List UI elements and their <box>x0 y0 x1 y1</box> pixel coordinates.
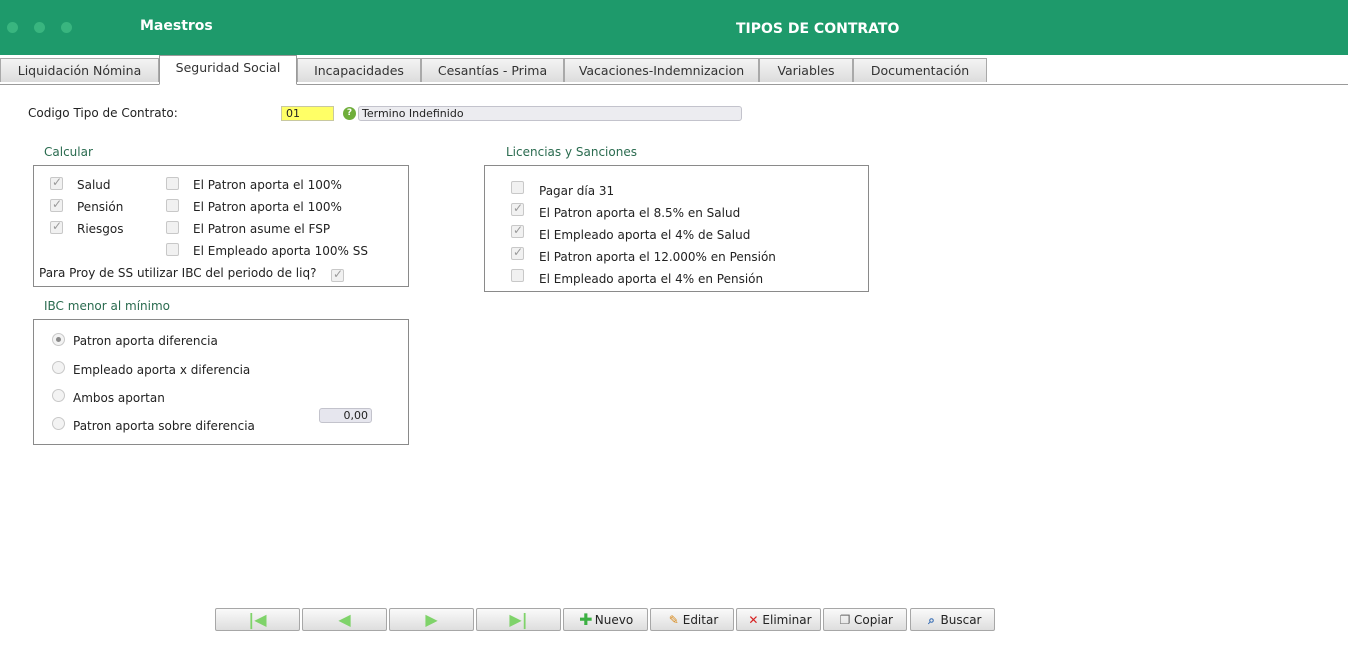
salud-checkbox[interactable] <box>50 175 63 190</box>
tab-incapacidades[interactable]: Incapacidades <box>297 58 421 82</box>
nuevo-button[interactable]: ✚ Nuevo <box>563 608 648 631</box>
previous-arrow-icon: ◀ <box>338 609 351 629</box>
empleado-100-ss-checkbox[interactable] <box>166 243 179 256</box>
delete-x-icon: ✕ <box>748 612 759 627</box>
first-record-icon: |◀ <box>248 609 267 629</box>
riesgos-checkbox[interactable] <box>50 219 63 234</box>
eliminar-label: Eliminar <box>762 612 812 627</box>
previous-record-button[interactable]: ◀ <box>302 608 387 631</box>
empleado-4-salud-label: El Empleado aporta el 4% de Salud <box>539 228 751 242</box>
tab-seguridad-social[interactable]: Seguridad Social <box>159 55 297 85</box>
first-record-button[interactable]: |◀ <box>215 608 300 631</box>
nuevo-label: Nuevo <box>594 612 634 627</box>
salud-label: Salud <box>77 178 111 192</box>
empleado-4-pension-checkbox[interactable] <box>511 269 524 282</box>
proy-ss-checkbox[interactable] <box>331 267 344 282</box>
copiar-button[interactable]: ❐ Copiar <box>823 608 907 631</box>
patron-fsp-checkbox[interactable] <box>166 221 179 234</box>
editar-label: Editar <box>682 612 719 627</box>
patron-100-pension-label: El Patron aporta el 100% <box>193 200 342 214</box>
patron-100-pension-checkbox[interactable] <box>166 199 179 212</box>
window-dot-icon <box>7 22 18 33</box>
empleado-4-salud-checkbox[interactable] <box>511 223 524 238</box>
empleado-aporta-diferencia-label: Empleado aporta x diferencia <box>73 363 251 377</box>
contract-description-field: Termino Indefinido <box>358 106 742 121</box>
tab-liquidacion-nomina[interactable]: Liquidación Nómina <box>0 58 159 82</box>
patron-8-5-salud-label: El Patron aporta el 8.5% en Salud <box>539 206 741 220</box>
empleado-aporta-diferencia-radio[interactable] <box>52 361 65 374</box>
magnifier-icon: ⌕ <box>928 612 935 627</box>
window-dot-icon <box>61 22 72 33</box>
patron-12-pension-checkbox[interactable] <box>511 245 524 260</box>
patron-fsp-label: El Patron asume el FSP <box>193 222 331 236</box>
page-title: TIPOS DE CONTRATO <box>736 21 900 37</box>
ibc-title: IBC menor al mínimo <box>44 299 171 313</box>
riesgos-label: Riesgos <box>77 222 124 236</box>
patron-aporta-diferencia-label: Patron aporta diferencia <box>73 334 218 348</box>
licencias-title: Licencias y Sanciones <box>506 145 637 159</box>
patron-aporta-diferencia-radio[interactable] <box>52 333 65 346</box>
pension-checkbox[interactable] <box>50 197 63 212</box>
empleado-4-pension-label: El Empleado aporta el 4% en Pensión <box>539 272 764 286</box>
buscar-label: Buscar <box>940 612 982 627</box>
plus-icon: ✚ <box>579 609 593 629</box>
help-icon[interactable]: ? <box>343 107 356 120</box>
ambos-aportan-label: Ambos aportan <box>73 391 165 405</box>
patron-8-5-salud-checkbox[interactable] <box>511 201 524 216</box>
code-label: Codigo Tipo de Contrato: <box>28 106 178 120</box>
pencil-icon: ✎ <box>668 612 679 627</box>
ibc-value-input[interactable]: 0,00 <box>319 408 372 423</box>
last-record-button[interactable]: ▶| <box>476 608 561 631</box>
app-title: Maestros <box>140 18 213 34</box>
next-record-button[interactable]: ▶ <box>389 608 474 631</box>
tab-vacaciones-indemnizacion[interactable]: Vacaciones-Indemnizacion <box>564 58 759 82</box>
proy-ss-label: Para Proy de SS utilizar IBC del periodo… <box>39 266 317 280</box>
copiar-label: Copiar <box>854 612 893 627</box>
tab-bar: Liquidación Nómina Seguridad Social Inca… <box>0 55 1348 85</box>
patron-sobre-diferencia-radio[interactable] <box>52 417 65 430</box>
pagar-dia-31-label: Pagar día 31 <box>539 184 615 198</box>
last-record-icon: ▶| <box>509 609 528 629</box>
tab-cesantias-prima[interactable]: Cesantías - Prima <box>421 58 564 82</box>
patron-100-salud-label: El Patron aporta el 100% <box>193 178 342 192</box>
pension-label: Pensión <box>77 200 124 214</box>
eliminar-button[interactable]: ✕ Eliminar <box>736 608 821 631</box>
patron-12-pension-label: El Patron aporta el 12.000% en Pensión <box>539 250 776 264</box>
next-arrow-icon: ▶ <box>425 609 438 629</box>
window-dot-icon <box>34 22 45 33</box>
editar-button[interactable]: ✎ Editar <box>650 608 734 631</box>
patron-sobre-diferencia-label: Patron aporta sobre diferencia <box>73 419 255 433</box>
ambos-aportan-radio[interactable] <box>52 389 65 402</box>
copy-icon: ❐ <box>839 612 851 627</box>
app-header: Maestros TIPOS DE CONTRATO <box>0 0 1348 55</box>
tab-variables[interactable]: Variables <box>759 58 853 82</box>
buscar-button[interactable]: ⌕ Buscar <box>910 608 995 631</box>
calcular-title: Calcular <box>44 145 93 159</box>
empleado-100-ss-label: El Empleado aporta 100% SS <box>193 244 368 258</box>
patron-100-salud-checkbox[interactable] <box>166 177 179 190</box>
pagar-dia-31-checkbox[interactable] <box>511 181 524 194</box>
contract-code-input[interactable]: 01 <box>281 106 334 121</box>
tab-documentacion[interactable]: Documentación <box>853 58 987 82</box>
